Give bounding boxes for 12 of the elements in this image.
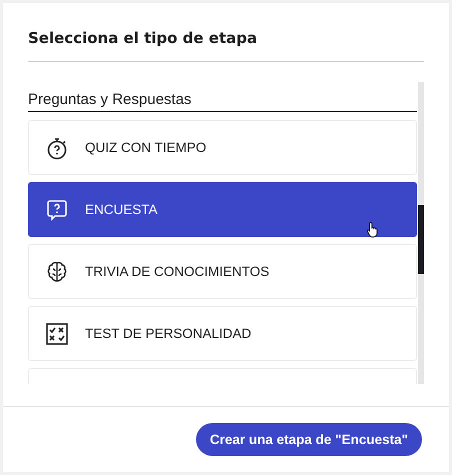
stage-option[interactable]: ENCUESTA <box>28 182 417 237</box>
section-heading: Preguntas y Respuestas <box>28 82 417 112</box>
scrollbar-thumb[interactable] <box>418 205 424 274</box>
stopwatch-icon <box>45 136 69 160</box>
checklist-icon <box>45 322 69 346</box>
stage-option[interactable]: QUIZ CON TIEMPO <box>28 120 417 175</box>
create-stage-button[interactable]: Crear una etapa de "Encuesta" <box>196 423 422 456</box>
stage-option[interactable]: TRIVIA DE CONOCIMIENTOS <box>28 244 417 299</box>
brain-icon <box>45 260 69 284</box>
dialog-title: Selecciona el tipo de etapa <box>28 29 424 62</box>
stage-option[interactable]: TEST DE PERSONALIDAD <box>28 306 417 361</box>
speech-bubble-icon <box>45 198 69 222</box>
